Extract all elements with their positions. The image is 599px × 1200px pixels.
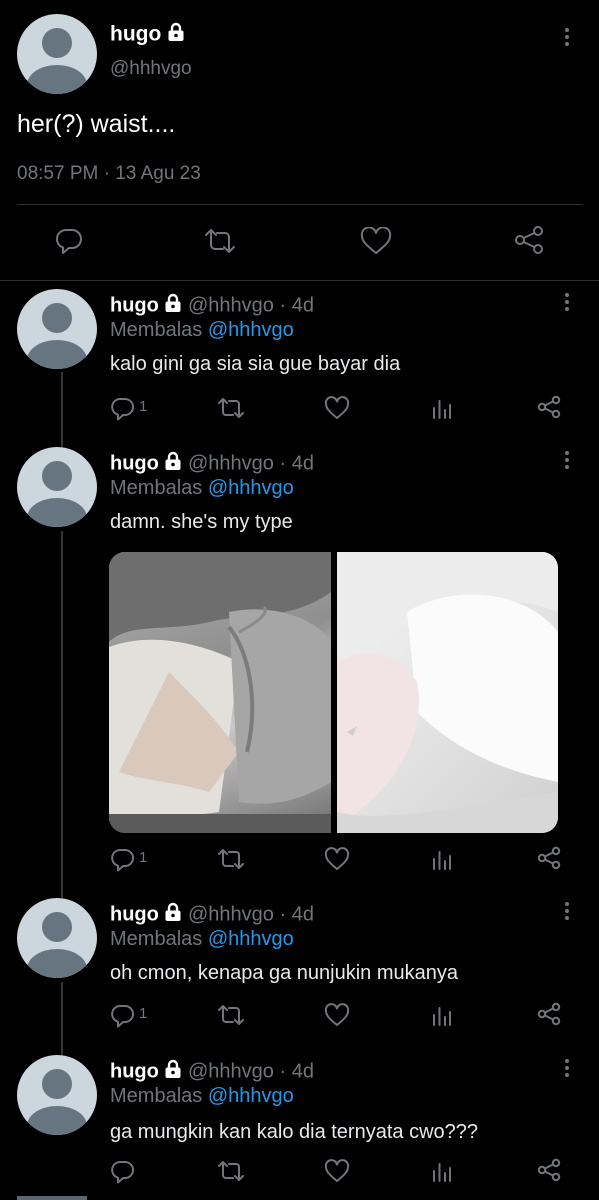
share-icon[interactable] bbox=[513, 224, 545, 256]
reply-avatar[interactable] bbox=[17, 289, 97, 369]
more-options-icon[interactable] bbox=[564, 451, 570, 472]
divider bbox=[0, 280, 599, 281]
reply-icon[interactable] bbox=[110, 1004, 136, 1028]
replying-to-label: Membalas bbox=[110, 928, 203, 950]
lock-icon bbox=[167, 22, 185, 48]
replying-to: Membalas @hhhvgo bbox=[110, 477, 294, 500]
reply-display-name[interactable]: hugo bbox=[110, 294, 159, 316]
reply-icon[interactable] bbox=[110, 1160, 136, 1184]
main-date: 13 Agu 23 bbox=[115, 163, 201, 184]
reply-text: kalo gini ga sia sia gue bayar dia bbox=[110, 353, 401, 375]
lock-icon bbox=[164, 1059, 182, 1085]
replying-to-label: Membalas bbox=[110, 319, 203, 341]
reply-text: ga mungkin kan kalo dia ternyata cwo??? bbox=[110, 1121, 479, 1143]
replying-to-label: Membalas bbox=[110, 477, 203, 499]
main-display-name[interactable]: hugo bbox=[110, 23, 161, 46]
replying-to: Membalas @hhhvgo bbox=[110, 1085, 294, 1108]
media-photo[interactable] bbox=[109, 552, 331, 833]
retweet-icon[interactable] bbox=[202, 227, 238, 255]
reply-handle[interactable]: @hhhvgo bbox=[188, 1060, 274, 1082]
thread-line bbox=[61, 982, 63, 1056]
reply-age: · 4d bbox=[279, 903, 314, 926]
more-options-icon[interactable] bbox=[564, 293, 570, 314]
retweet-icon[interactable] bbox=[216, 1159, 246, 1183]
reply-icon[interactable] bbox=[54, 227, 84, 255]
share-icon[interactable] bbox=[536, 394, 562, 420]
reply-avatar[interactable] bbox=[17, 447, 97, 527]
reply-header: hugo @hhhvgo · 4d bbox=[110, 293, 314, 319]
reply-header: hugo @hhhvgo · 4d bbox=[110, 451, 314, 477]
more-options-icon[interactable] bbox=[564, 1059, 570, 1080]
share-icon[interactable] bbox=[536, 845, 562, 871]
timestamp-separator: · bbox=[103, 163, 110, 184]
reply-icon[interactable] bbox=[110, 848, 136, 872]
reply-count: 1 bbox=[139, 398, 148, 415]
main-time: 08:57 PM bbox=[17, 163, 99, 184]
reply-handle[interactable]: @hhhvgo bbox=[188, 294, 274, 316]
retweet-icon[interactable] bbox=[216, 396, 246, 420]
reply-display-name[interactable]: hugo bbox=[110, 903, 159, 925]
thread-line bbox=[61, 531, 63, 898]
more-options-icon[interactable] bbox=[564, 28, 570, 49]
main-timestamp[interactable]: 08:57 PM · 13 Agu 23 bbox=[17, 163, 201, 185]
main-handle[interactable]: @hhhvgo bbox=[110, 58, 192, 80]
replying-to-handle[interactable]: @hhhvgo bbox=[208, 477, 294, 499]
replying-to-handle[interactable]: @hhhvgo bbox=[208, 928, 294, 950]
like-icon[interactable] bbox=[324, 396, 350, 420]
reply-display-name[interactable]: hugo bbox=[110, 452, 159, 474]
lock-icon bbox=[164, 451, 182, 477]
reply-handle[interactable]: @hhhvgo bbox=[188, 452, 274, 474]
reply-count: 1 bbox=[139, 849, 148, 866]
more-options-icon[interactable] bbox=[564, 902, 570, 923]
main-author[interactable]: hugo bbox=[110, 22, 185, 48]
like-icon[interactable] bbox=[324, 847, 350, 871]
reply-text: oh cmon, kenapa ga nunjukin mukanya bbox=[110, 962, 459, 984]
like-icon[interactable] bbox=[324, 1003, 350, 1027]
replying-to: Membalas @hhhvgo bbox=[110, 319, 294, 342]
main-avatar[interactable] bbox=[17, 14, 97, 94]
reply-display-name[interactable]: hugo bbox=[110, 1060, 159, 1082]
like-icon[interactable] bbox=[360, 227, 392, 255]
lock-icon bbox=[164, 902, 182, 928]
retweet-icon[interactable] bbox=[216, 847, 246, 871]
share-icon[interactable] bbox=[536, 1157, 562, 1183]
reply-header: hugo @hhhvgo · 4d bbox=[110, 1059, 314, 1085]
like-icon[interactable] bbox=[324, 1159, 350, 1183]
reply-age: · 4d bbox=[279, 294, 314, 317]
reply-avatar[interactable] bbox=[17, 1055, 97, 1135]
views-icon[interactable] bbox=[431, 1159, 453, 1183]
reply-handle[interactable]: @hhhvgo bbox=[188, 903, 274, 925]
views-icon[interactable] bbox=[431, 396, 453, 420]
reply-text: damn. she's my type bbox=[110, 511, 293, 533]
next-tweet-avatar-edge bbox=[17, 1196, 87, 1200]
main-tweet-text: her(?) waist.... bbox=[17, 110, 176, 138]
reply-icon[interactable] bbox=[110, 397, 136, 421]
replying-to-handle[interactable]: @hhhvgo bbox=[208, 319, 294, 341]
reply-age: · 4d bbox=[279, 452, 314, 475]
media-photo[interactable] bbox=[337, 552, 558, 833]
share-icon[interactable] bbox=[536, 1001, 562, 1027]
divider bbox=[17, 204, 583, 205]
reply-header: hugo @hhhvgo · 4d bbox=[110, 902, 314, 928]
lock-icon bbox=[164, 293, 182, 319]
views-icon[interactable] bbox=[431, 1003, 453, 1027]
views-icon[interactable] bbox=[431, 847, 453, 871]
reply-age: · 4d bbox=[279, 1060, 314, 1083]
replying-to-handle[interactable]: @hhhvgo bbox=[208, 1085, 294, 1107]
retweet-icon[interactable] bbox=[216, 1003, 246, 1027]
replying-to-label: Membalas bbox=[110, 1085, 203, 1107]
replying-to: Membalas @hhhvgo bbox=[110, 928, 294, 951]
reply-avatar[interactable] bbox=[17, 898, 97, 978]
thread-line bbox=[61, 372, 63, 448]
reply-count: 1 bbox=[139, 1005, 148, 1022]
